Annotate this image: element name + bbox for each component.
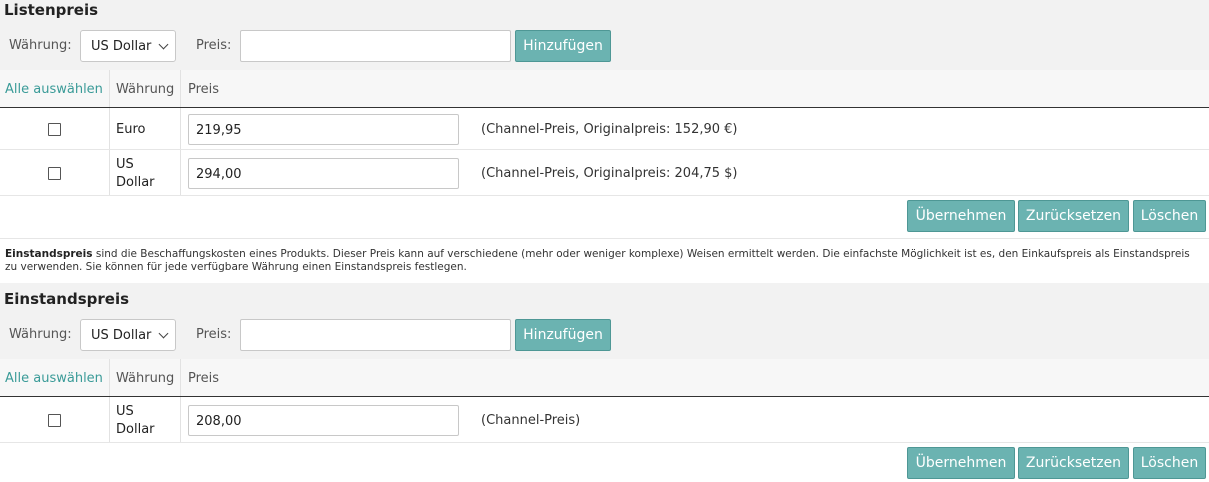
list-price-price-input[interactable] xyxy=(240,30,511,62)
cost-price-apply-button[interactable]: Übernehmen xyxy=(907,447,1015,479)
row-currency: Euro xyxy=(116,122,146,137)
row-checkbox[interactable] xyxy=(48,167,61,180)
row-checkbox[interactable] xyxy=(48,414,61,427)
divider xyxy=(0,238,1209,239)
column-divider xyxy=(109,108,110,149)
list-price-price-label: Preis: xyxy=(196,38,232,53)
cost-price-description: Einstandspreis sind die Beschaffungskost… xyxy=(5,248,1195,274)
list-price-title: Listenpreis xyxy=(4,1,99,19)
cost-price-select-all-link[interactable]: Alle auswählen xyxy=(5,371,103,386)
column-divider xyxy=(109,150,110,195)
list-price-apply-button[interactable]: Übernehmen xyxy=(907,200,1015,232)
cost-price-currency-select[interactable]: US Dollar xyxy=(80,319,176,351)
list-price-currency-header: Währung xyxy=(116,82,175,97)
row-price-note: (Channel-Preis, Originalpreis: 152,90 €) xyxy=(481,122,738,137)
cost-price-table-header: Alle auswählen Währung Preis xyxy=(0,359,1209,397)
cost-price-price-header: Preis xyxy=(188,371,220,386)
cost-price-delete-button[interactable]: Löschen xyxy=(1133,447,1206,479)
description-text: sind die Beschaffungskosten eines Produk… xyxy=(5,248,1190,273)
list-price-currency-select[interactable]: US Dollar xyxy=(80,30,176,62)
cost-price-header: Einstandspreis Währung: US Dollar Preis:… xyxy=(0,283,1209,359)
chevron-down-icon xyxy=(158,39,169,50)
list-price-delete-button[interactable]: Löschen xyxy=(1133,200,1206,232)
column-divider xyxy=(180,359,181,396)
table-row: US Dollar 294,00 (Channel-Preis, Origina… xyxy=(0,150,1209,196)
chevron-down-icon xyxy=(158,328,169,339)
list-price-table-header: Alle auswählen Währung Preis xyxy=(0,70,1209,108)
cost-price-currency-value: US Dollar xyxy=(91,328,152,343)
row-price-note: (Channel-Preis) xyxy=(481,413,581,428)
cost-price-price-label: Preis: xyxy=(196,327,232,342)
column-divider xyxy=(180,70,181,107)
row-price-input[interactable]: 294,00 xyxy=(188,158,459,189)
row-currency: US Dollar xyxy=(116,157,155,190)
row-price-note: (Channel-Preis, Originalpreis: 204,75 $) xyxy=(481,166,738,181)
table-row: US Dollar 208,00 (Channel-Preis) xyxy=(0,397,1209,443)
table-row: Euro 219,95 (Channel-Preis, Originalprei… xyxy=(0,108,1209,150)
list-price-add-button[interactable]: Hinzufügen xyxy=(515,30,611,62)
list-price-select-all-link[interactable]: Alle auswählen xyxy=(5,82,103,97)
column-divider xyxy=(180,108,181,149)
column-divider xyxy=(180,397,181,442)
description-bold: Einstandspreis xyxy=(5,248,93,260)
column-divider xyxy=(109,397,110,442)
cost-price-currency-label: Währung: xyxy=(9,327,72,342)
cost-price-reset-button[interactable]: Zurücksetzen xyxy=(1018,447,1129,479)
list-price-currency-label: Währung: xyxy=(9,38,72,53)
list-price-price-header: Preis xyxy=(188,82,220,97)
row-price-input[interactable]: 219,95 xyxy=(188,114,459,145)
row-price-input[interactable]: 208,00 xyxy=(188,405,459,436)
list-price-currency-value: US Dollar xyxy=(91,39,152,54)
column-divider xyxy=(109,70,110,107)
column-divider xyxy=(180,150,181,195)
list-price-header: Listenpreis Währung: US Dollar Preis: Hi… xyxy=(0,0,1209,70)
row-checkbox[interactable] xyxy=(48,123,61,136)
cost-price-price-input[interactable] xyxy=(240,319,511,351)
cost-price-title: Einstandspreis xyxy=(4,290,130,308)
cost-price-currency-header: Währung xyxy=(116,371,175,386)
cost-price-add-button[interactable]: Hinzufügen xyxy=(515,319,611,351)
list-price-reset-button[interactable]: Zurücksetzen xyxy=(1018,200,1129,232)
column-divider xyxy=(109,359,110,396)
row-currency: US Dollar xyxy=(116,404,155,437)
